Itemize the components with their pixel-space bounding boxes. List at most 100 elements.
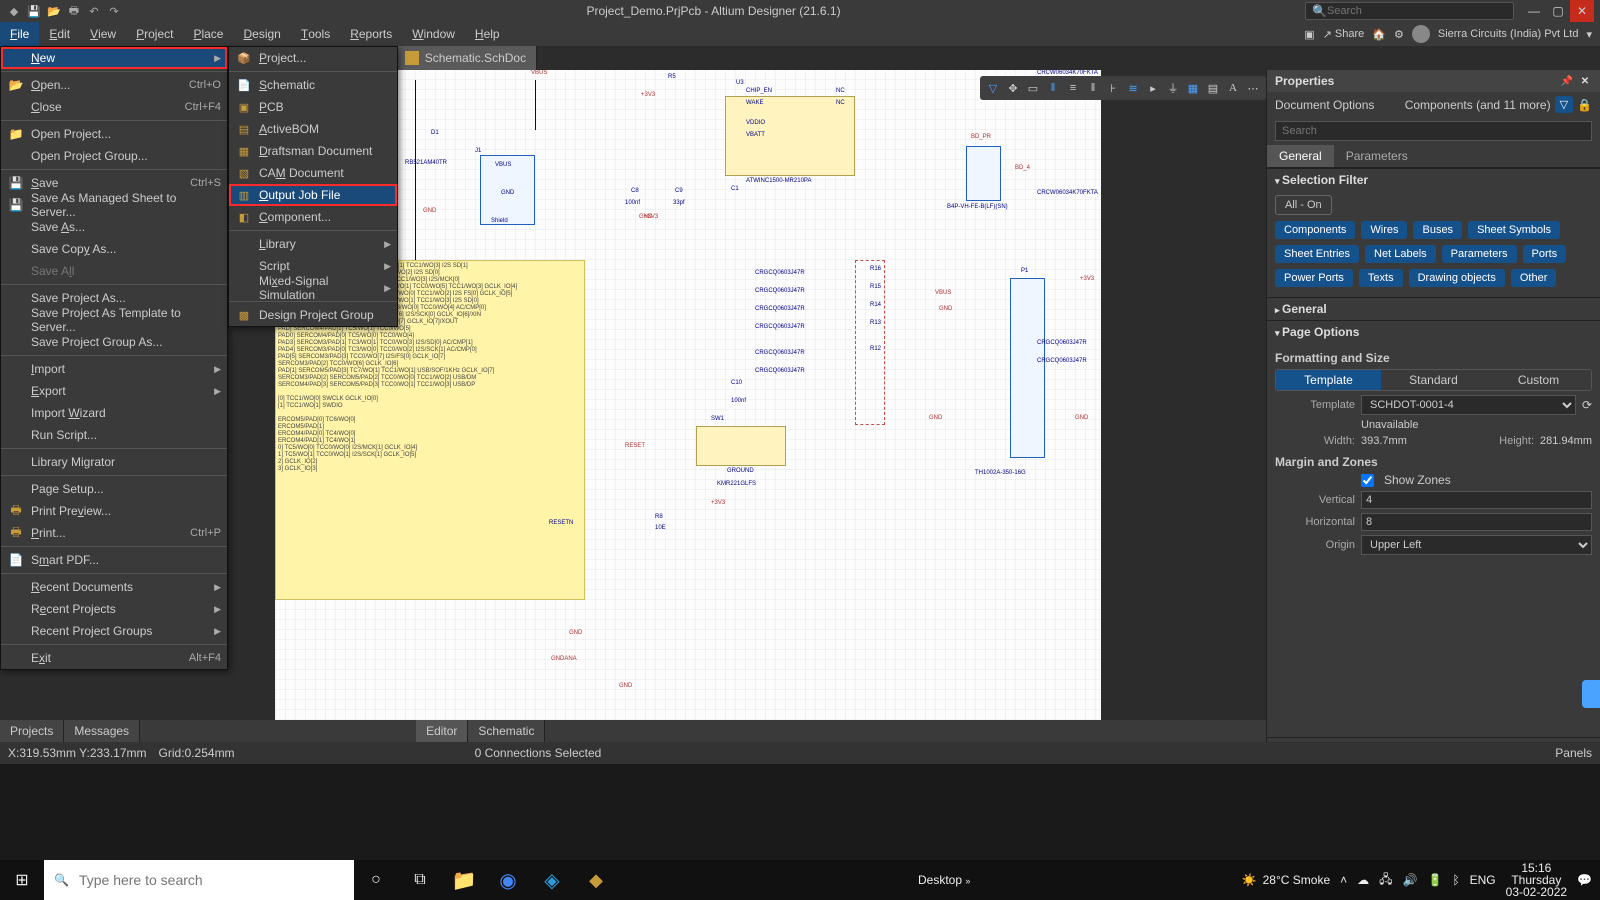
new-menu-activebom[interactable]: ▤ActiveBOM	[229, 118, 397, 140]
select-icon[interactable]: ▭	[1024, 79, 1042, 97]
tab-messages[interactable]: Messages	[64, 720, 140, 742]
battery-icon[interactable]: 🔋	[1427, 873, 1442, 887]
new-menu-output-job-file[interactable]: ▥Output Job File	[229, 184, 397, 206]
new-menu-library[interactable]: Library▶	[229, 233, 397, 255]
align-center-icon[interactable]: ≡	[1064, 79, 1082, 97]
weather-widget[interactable]: ☀️ 28°C Smoke	[1242, 873, 1330, 887]
bluetooth-icon[interactable]: ᛒ	[1452, 873, 1459, 887]
power-icon[interactable]: ⏚	[1164, 79, 1182, 97]
tab-editor[interactable]: Editor	[416, 720, 468, 742]
align-left-icon[interactable]: ‖	[1044, 79, 1062, 97]
notifications-icon[interactable]: 💬	[1577, 873, 1592, 887]
file-menu-recent-documents[interactable]: Recent Documents▶	[1, 576, 227, 598]
tab-schematic-schdoc[interactable]: Schematic.SchDoc	[395, 46, 537, 70]
open-icon[interactable]: 📂	[46, 3, 62, 19]
filter-icon[interactable]: ▽	[984, 79, 1002, 97]
new-menu-schematic[interactable]: 📄Schematic	[229, 74, 397, 96]
home-icon[interactable]: 🏠	[1372, 28, 1386, 41]
file-menu-library-migrator[interactable]: Library Migrator	[1, 451, 227, 473]
file-menu-run-script-[interactable]: Run Script...	[1, 424, 227, 446]
teamviewer-app-icon[interactable]	[530, 860, 574, 900]
tab-parameters[interactable]: Parameters	[1334, 145, 1420, 167]
chip-other[interactable]: Other	[1511, 269, 1557, 287]
file-menu-smart-pdf-[interactable]: 📄Smart PDF...	[1, 549, 227, 571]
file-menu-close[interactable]: CloseCtrl+F4	[1, 96, 227, 118]
chip-ports[interactable]: Ports	[1523, 245, 1567, 263]
pin-icon[interactable]: 📌	[1560, 74, 1574, 88]
chevron-up-icon[interactable]: ˄	[1340, 873, 1347, 887]
explorer-app-icon[interactable]	[442, 860, 486, 900]
filter-icon[interactable]: ▽	[1555, 96, 1573, 113]
new-menu-pcb[interactable]: ▣PCB	[229, 96, 397, 118]
file-menu-import[interactable]: Import▶	[1, 358, 227, 380]
lang-indicator[interactable]: ENG	[1470, 873, 1496, 887]
chip-sheet-symbols[interactable]: Sheet Symbols	[1468, 221, 1560, 239]
save-icon[interactable]: 💾	[26, 3, 42, 19]
section-page-options[interactable]: Page Options	[1267, 320, 1600, 343]
print-icon[interactable]: 🖶	[66, 3, 82, 19]
desktop-toolbar[interactable]: Desktop »	[918, 873, 970, 887]
file-menu-open-[interactable]: 📂Open...Ctrl+O	[1, 74, 227, 96]
menu-window[interactable]: Window	[402, 22, 465, 46]
lock-icon[interactable]: 🔒	[1577, 98, 1592, 112]
file-menu-import-wizard[interactable]: Import Wizard	[1, 402, 227, 424]
chip-drawing-objects[interactable]: Drawing objects	[1409, 269, 1505, 287]
taskbar-search-input[interactable]	[79, 872, 344, 888]
chip-all-on[interactable]: All - On	[1275, 195, 1332, 215]
file-menu-save-project-as-template-to-server-[interactable]: Save Project As Template to Server...	[1, 309, 227, 331]
menu-file[interactable]: File	[0, 22, 39, 46]
altium-app-icon[interactable]	[574, 860, 618, 900]
chrome-app-icon[interactable]	[486, 860, 530, 900]
file-menu-save-as-[interactable]: Save As...	[1, 216, 227, 238]
close-panel-icon[interactable]: ✕	[1578, 74, 1592, 88]
share-button[interactable]: ↗ Share	[1323, 28, 1365, 41]
chip-power-ports[interactable]: Power Ports	[1275, 269, 1353, 287]
file-menu-page-setup-[interactable]: Page Setup...	[1, 478, 227, 500]
port-icon[interactable]: ▸	[1144, 79, 1162, 97]
seg-template[interactable]: Template	[1276, 370, 1381, 390]
bus-icon[interactable]: ≋	[1124, 79, 1142, 97]
seg-standard[interactable]: Standard	[1381, 370, 1486, 390]
template-select[interactable]: SCHDOT-0001-4	[1361, 395, 1576, 415]
menu-view[interactable]: View	[80, 22, 126, 46]
maximize-icon[interactable]: ▢	[1546, 0, 1570, 22]
new-menu-design-project-group[interactable]: ▩Design Project Group	[229, 304, 397, 326]
file-menu-new[interactable]: New▶	[1, 47, 227, 69]
section-general[interactable]: General	[1267, 297, 1600, 320]
tab-schematic-bottom[interactable]: Schematic	[468, 720, 545, 742]
text-icon[interactable]: A	[1224, 79, 1242, 97]
file-menu-save-as-managed-sheet-to-server-[interactable]: 💾Save As Managed Sheet to Server...	[1, 194, 227, 216]
properties-search-input[interactable]	[1275, 121, 1592, 141]
net-icon[interactable]: ⊦	[1104, 79, 1122, 97]
seg-custom[interactable]: Custom	[1486, 370, 1591, 390]
chip-buses[interactable]: Buses	[1413, 221, 1462, 239]
tab-general[interactable]: General	[1267, 145, 1334, 167]
file-menu-save-copy-as-[interactable]: Save Copy As...	[1, 238, 227, 260]
format-seg[interactable]: Template Standard Custom	[1275, 369, 1592, 391]
notify-icon[interactable]: ▣	[1304, 28, 1314, 41]
menu-reports[interactable]: Reports	[340, 22, 402, 46]
clock[interactable]: 15:16 Thursday 03-02-2022	[1506, 862, 1567, 898]
panels-button[interactable]: Panels	[1555, 746, 1592, 760]
start-button[interactable]: ⊞	[0, 860, 44, 900]
canvas-toolbar[interactable]: ▽ ✥ ▭ ‖ ≡ ‖ ⊦ ≋ ▸ ⏚ ▦ ▤ A ⋯	[980, 76, 1266, 100]
cortana-icon[interactable]: ○	[354, 860, 398, 900]
redo-icon[interactable]: ↷	[106, 3, 122, 19]
chip-net-labels[interactable]: Net Labels	[1365, 245, 1436, 263]
file-menu-exit[interactable]: ExitAlt+F4	[1, 647, 227, 669]
new-menu-mixed-signal-simulation[interactable]: Mixed-Signal Simulation▶	[229, 277, 397, 299]
file-menu-open-project-group-[interactable]: Open Project Group...	[1, 145, 227, 167]
file-menu-recent-projects[interactable]: Recent Projects▶	[1, 598, 227, 620]
menu-help[interactable]: Help	[465, 22, 510, 46]
new-menu-component-[interactable]: ◧Component...	[229, 206, 397, 228]
menu-place[interactable]: Place	[183, 22, 233, 46]
chip-wires[interactable]: Wires	[1361, 221, 1407, 239]
menu-tools[interactable]: Tools	[291, 22, 340, 46]
new-menu-project-[interactable]: 📦Project...	[229, 47, 397, 69]
close-icon[interactable]: ✕	[1570, 0, 1594, 22]
tab-projects[interactable]: Projects	[0, 720, 64, 742]
chevron-down-icon[interactable]: ▾	[1586, 28, 1592, 41]
new-menu-cam-document[interactable]: ▧CAM Document	[229, 162, 397, 184]
file-menu-export[interactable]: Export▶	[1, 380, 227, 402]
global-search-input[interactable]	[1327, 5, 1507, 17]
